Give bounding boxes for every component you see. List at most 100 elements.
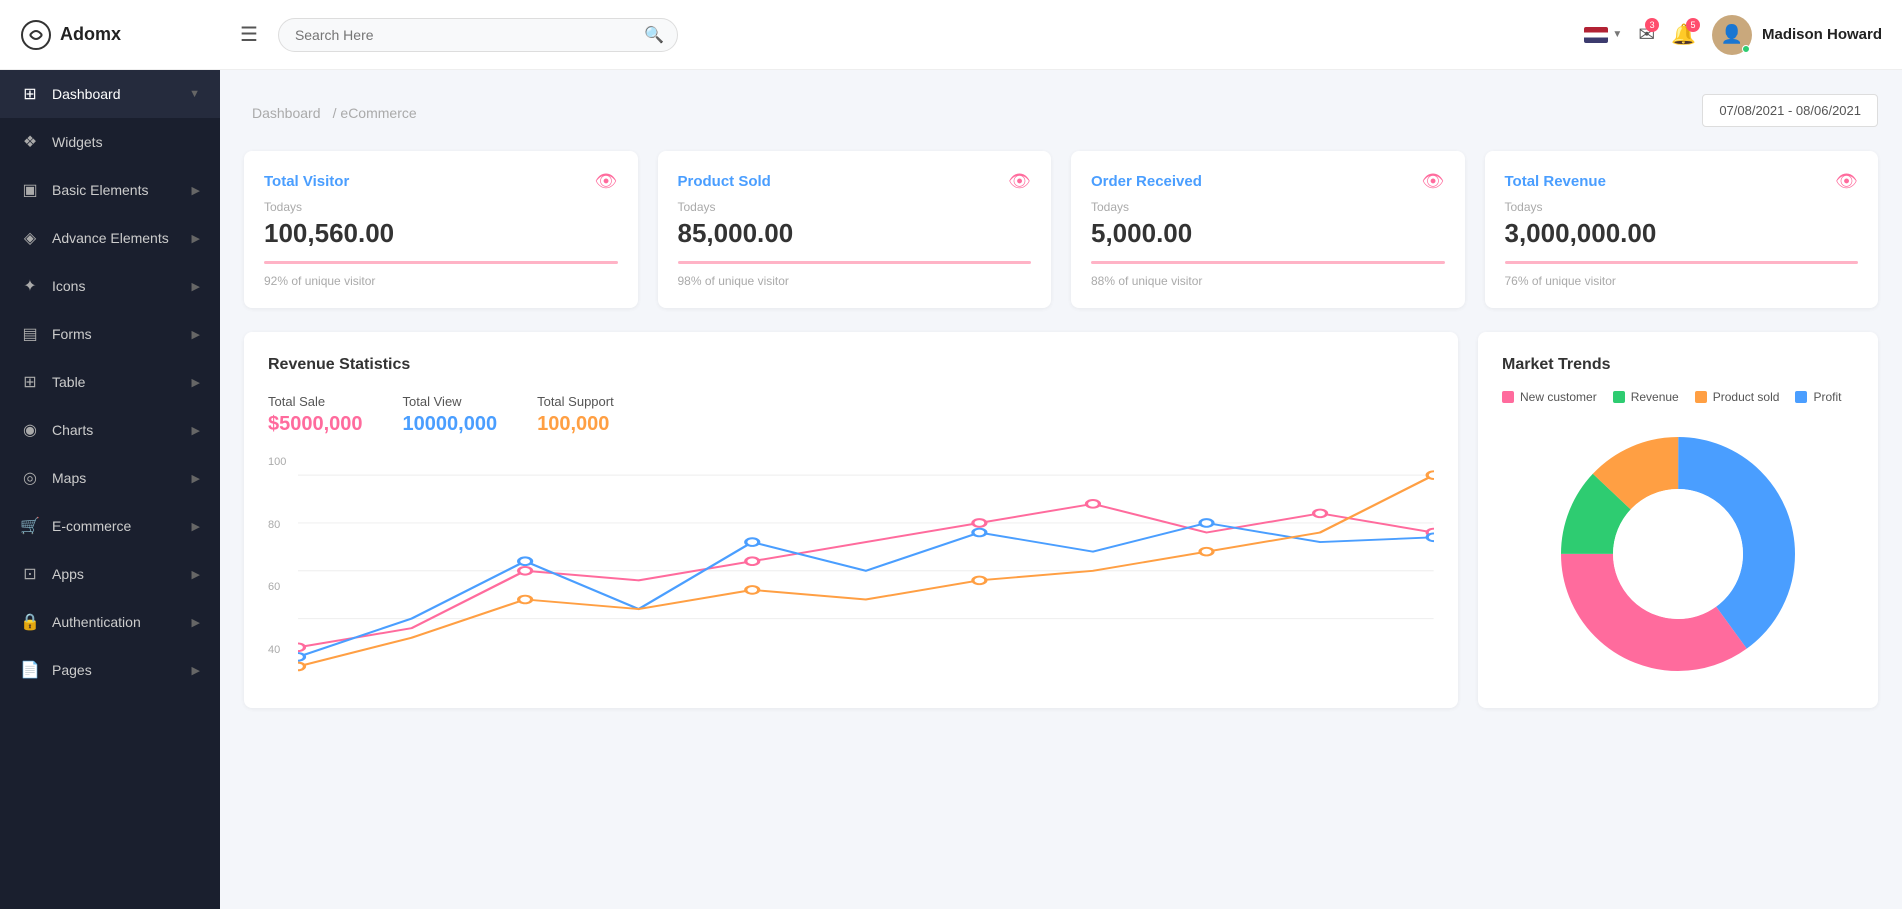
search-bar: 🔍	[278, 18, 678, 52]
language-selector[interactable]: ▼	[1584, 27, 1622, 43]
sidebar-item-ecommerce[interactable]: 🛒 E-commerce ▶	[0, 502, 220, 550]
logo-icon	[20, 19, 52, 51]
y-label-60: 60	[268, 581, 286, 593]
stat-label: Todays	[264, 200, 618, 214]
sidebar-item-basic-elements[interactable]: ▣ Basic Elements ▶	[0, 166, 220, 214]
chevron-icon: ▶	[192, 328, 200, 341]
stat-label: Todays	[1091, 200, 1445, 214]
sidebar-item-advance-elements[interactable]: ◈ Advance Elements ▶	[0, 214, 220, 262]
eye-icon: 👁	[1008, 171, 1031, 192]
stat-bar	[264, 261, 618, 264]
sidebar-item-pages[interactable]: 📄 Pages ▶	[0, 646, 220, 694]
sidebar-item-table[interactable]: ⊞ Table ▶	[0, 358, 220, 406]
sidebar-item-icons[interactable]: ✦ Icons ▶	[0, 262, 220, 310]
sidebar-item-forms[interactable]: ▤ Forms ▶	[0, 310, 220, 358]
search-icon: 🔍	[644, 25, 664, 45]
hamburger-button[interactable]: ☰	[240, 22, 258, 47]
bell-button[interactable]: 🔔 5	[1671, 22, 1696, 47]
legend-label: Profit	[1813, 390, 1841, 404]
forms-icon: ▤	[20, 324, 40, 344]
legend-dot-product-sold	[1695, 391, 1707, 403]
sidebar: ⊞ Dashboard ▼ ❖ Widgets ▣ Basic Elements…	[0, 70, 220, 909]
stat-note: 98% of unique visitor	[678, 274, 1032, 288]
stat-note: 76% of unique visitor	[1505, 274, 1859, 288]
total-sale-value: $5000,000	[268, 413, 363, 436]
search-input[interactable]	[278, 18, 678, 52]
total-support-stat: Total Support 100,000	[537, 394, 614, 436]
chevron-icon: ▶	[192, 664, 200, 677]
stat-label: Todays	[678, 200, 1032, 214]
page-header: Dashboard / eCommerce 07/08/2021 - 08/06…	[244, 94, 1878, 127]
y-axis-labels: 100 80 60 40	[268, 456, 286, 676]
app-logo[interactable]: Adomx	[20, 19, 240, 51]
sidebar-item-label: Authentication	[52, 614, 141, 630]
widgets-icon: ❖	[20, 132, 40, 152]
basic-elements-icon: ▣	[20, 180, 40, 200]
sidebar-item-widgets[interactable]: ❖ Widgets	[0, 118, 220, 166]
stat-card-title: Product Sold	[678, 173, 771, 190]
stat-note: 88% of unique visitor	[1091, 274, 1445, 288]
user-menu[interactable]: 👤 Madison Howard	[1712, 15, 1882, 55]
stat-label: Todays	[1505, 200, 1859, 214]
y-label-40: 40	[268, 644, 286, 656]
sidebar-item-maps[interactable]: ◎ Maps ▶	[0, 454, 220, 502]
donut-chart	[1548, 424, 1808, 684]
charts-icon: ◉	[20, 420, 40, 440]
advance-elements-icon: ◈	[20, 228, 40, 248]
layout: ⊞ Dashboard ▼ ❖ Widgets ▣ Basic Elements…	[0, 70, 1902, 909]
legend-item-revenue: Revenue	[1613, 390, 1679, 404]
legend-item-new-customer: New customer	[1502, 390, 1597, 404]
sidebar-item-charts[interactable]: ◉ Charts ▶	[0, 406, 220, 454]
online-indicator	[1742, 45, 1750, 53]
navbar: Adomx ☰ 🔍 ▼ ✉ 3 🔔 5 👤 Madison Howard	[0, 0, 1902, 70]
chart-legend: New customer Revenue Product sold Profit	[1502, 390, 1854, 404]
stat-bar	[1091, 261, 1445, 264]
apps-icon: ⊡	[20, 564, 40, 584]
stat-value: 5,000.00	[1091, 218, 1445, 249]
revenue-stats: Total Sale $5000,000 Total View 10000,00…	[268, 394, 1434, 436]
avatar: 👤	[1712, 15, 1752, 55]
total-view-value: 10000,000	[403, 413, 498, 436]
sidebar-item-label: Dashboard	[52, 86, 121, 102]
ecommerce-icon: 🛒	[20, 516, 40, 536]
total-view-stat: Total View 10000,000	[403, 394, 498, 436]
sidebar-item-label: Icons	[52, 278, 85, 294]
bell-badge: 5	[1686, 18, 1700, 32]
authentication-icon: 🔒	[20, 612, 40, 632]
sidebar-item-label: Charts	[52, 422, 93, 438]
sidebar-item-apps[interactable]: ⊡ Apps ▶	[0, 550, 220, 598]
bottom-section: Revenue Statistics Total Sale $5000,000 …	[244, 332, 1878, 708]
legend-dot-profit	[1795, 391, 1807, 403]
chevron-icon: ▶	[192, 280, 200, 293]
sidebar-item-label: E-commerce	[52, 518, 131, 534]
stat-bar	[678, 261, 1032, 264]
flag-icon	[1584, 27, 1608, 43]
legend-label: New customer	[1520, 390, 1597, 404]
donut-chart-container	[1502, 424, 1854, 684]
legend-item-product-sold: Product sold	[1695, 390, 1780, 404]
stat-value: 3,000,000.00	[1505, 218, 1859, 249]
chevron-down-icon: ▼	[1612, 29, 1622, 40]
page-title: Dashboard / eCommerce	[244, 98, 417, 124]
mail-button[interactable]: ✉ 3	[1638, 22, 1655, 47]
sidebar-item-dashboard[interactable]: ⊞ Dashboard ▼	[0, 70, 220, 118]
table-icon: ⊞	[20, 372, 40, 392]
market-trends-title: Market Trends	[1502, 356, 1854, 374]
legend-label: Revenue	[1631, 390, 1679, 404]
sidebar-item-authentication[interactable]: 🔒 Authentication ▶	[0, 598, 220, 646]
revenue-section-title: Revenue Statistics	[268, 356, 1434, 374]
chart-area: 100 80 60 40	[268, 456, 1434, 676]
total-sale-label: Total Sale	[268, 394, 363, 409]
stat-card-title: Total Visitor	[264, 173, 349, 190]
eye-icon: 👁	[1422, 171, 1445, 192]
main-content: Dashboard / eCommerce 07/08/2021 - 08/06…	[220, 70, 1902, 909]
stat-card-title: Total Revenue	[1505, 173, 1606, 190]
chevron-icon: ▶	[192, 520, 200, 533]
dashboard-icon: ⊞	[20, 84, 40, 104]
donut-center	[1613, 489, 1743, 619]
sidebar-item-label: Apps	[52, 566, 84, 582]
stat-note: 92% of unique visitor	[264, 274, 618, 288]
chevron-icon: ▶	[192, 424, 200, 437]
date-range[interactable]: 07/08/2021 - 08/06/2021	[1702, 94, 1878, 127]
y-label-80: 80	[268, 519, 286, 531]
